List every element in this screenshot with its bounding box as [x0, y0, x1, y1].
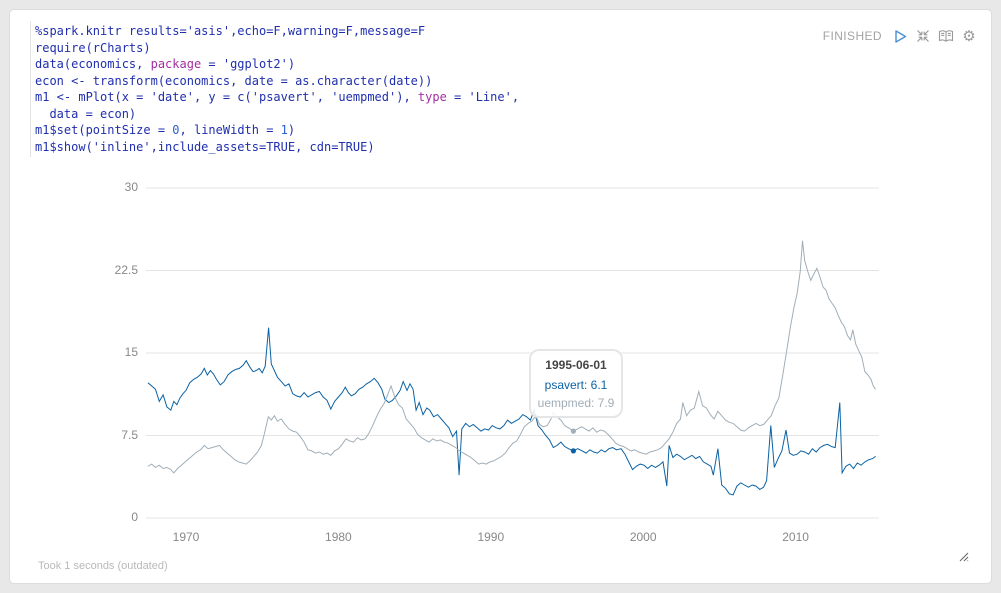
code-line: econ <- transform(economics, date = as.c… — [35, 73, 519, 90]
paragraph-status-row: FINISHED — [823, 28, 977, 44]
settings-button[interactable]: ⚙ — [961, 28, 977, 44]
x-tick-label: 1970 — [173, 530, 200, 544]
notebook-page: %spark.knitr results='asis',echo=F,warni… — [0, 0, 1001, 593]
x-tick-label: 1990 — [477, 530, 504, 544]
play-icon — [893, 29, 908, 44]
x-tick-label: 1980 — [325, 530, 352, 544]
code-line: m1$set(pointSize = 0, lineWidth = 1) — [35, 122, 519, 139]
resize-handle[interactable] — [957, 550, 969, 562]
x-tick-label: 2000 — [630, 530, 657, 544]
y-tick-label: 0 — [70, 510, 138, 524]
code-line: data(economics, package = 'ggplot2') — [35, 56, 519, 73]
paragraph-card: %spark.knitr results='asis',echo=F,warni… — [9, 9, 992, 584]
execution-time-text: Took 1 seconds (outdated) — [38, 560, 168, 572]
y-axis-labels: 0 7.5 15 22.5 30 — [70, 180, 138, 530]
status-badge: FINISHED — [823, 29, 882, 43]
compress-icon — [916, 29, 930, 43]
run-button[interactable] — [892, 28, 908, 44]
book-icon — [938, 29, 954, 43]
x-tick-label: 2010 — [782, 530, 809, 544]
hover-dot-psavert — [571, 448, 576, 453]
gear-icon: ⚙ — [962, 29, 975, 44]
code-line: m1 <- mPlot(x = 'date', y = c('psavert',… — [35, 89, 519, 106]
chart-area: 0 7.5 15 22.5 30 1970 1980 1990 2000 2010 — [10, 180, 970, 560]
y-tick-label: 15 — [70, 345, 138, 359]
y-tick-label: 30 — [70, 180, 138, 194]
y-tick-label: 22.5 — [70, 263, 138, 277]
code-line: m1$show('inline',include_assets=TRUE, cd… — [35, 139, 519, 156]
code-editor[interactable]: %spark.knitr results='asis',echo=F,warni… — [30, 21, 519, 157]
code-line: %spark.knitr results='asis',echo=F,warni… — [35, 23, 519, 40]
code-line: data = econ) — [35, 106, 519, 123]
series-line-uempmed — [148, 241, 876, 473]
collapse-button[interactable] — [915, 28, 931, 44]
output-toggle-button[interactable] — [938, 28, 954, 44]
plot-svg[interactable] — [146, 182, 879, 534]
code-line: require(rCharts) — [35, 40, 519, 57]
y-tick-label: 7.5 — [70, 428, 138, 442]
x-axis-labels: 1970 1980 1990 2000 2010 — [146, 530, 879, 550]
hover-dot-uempmed — [571, 429, 576, 434]
